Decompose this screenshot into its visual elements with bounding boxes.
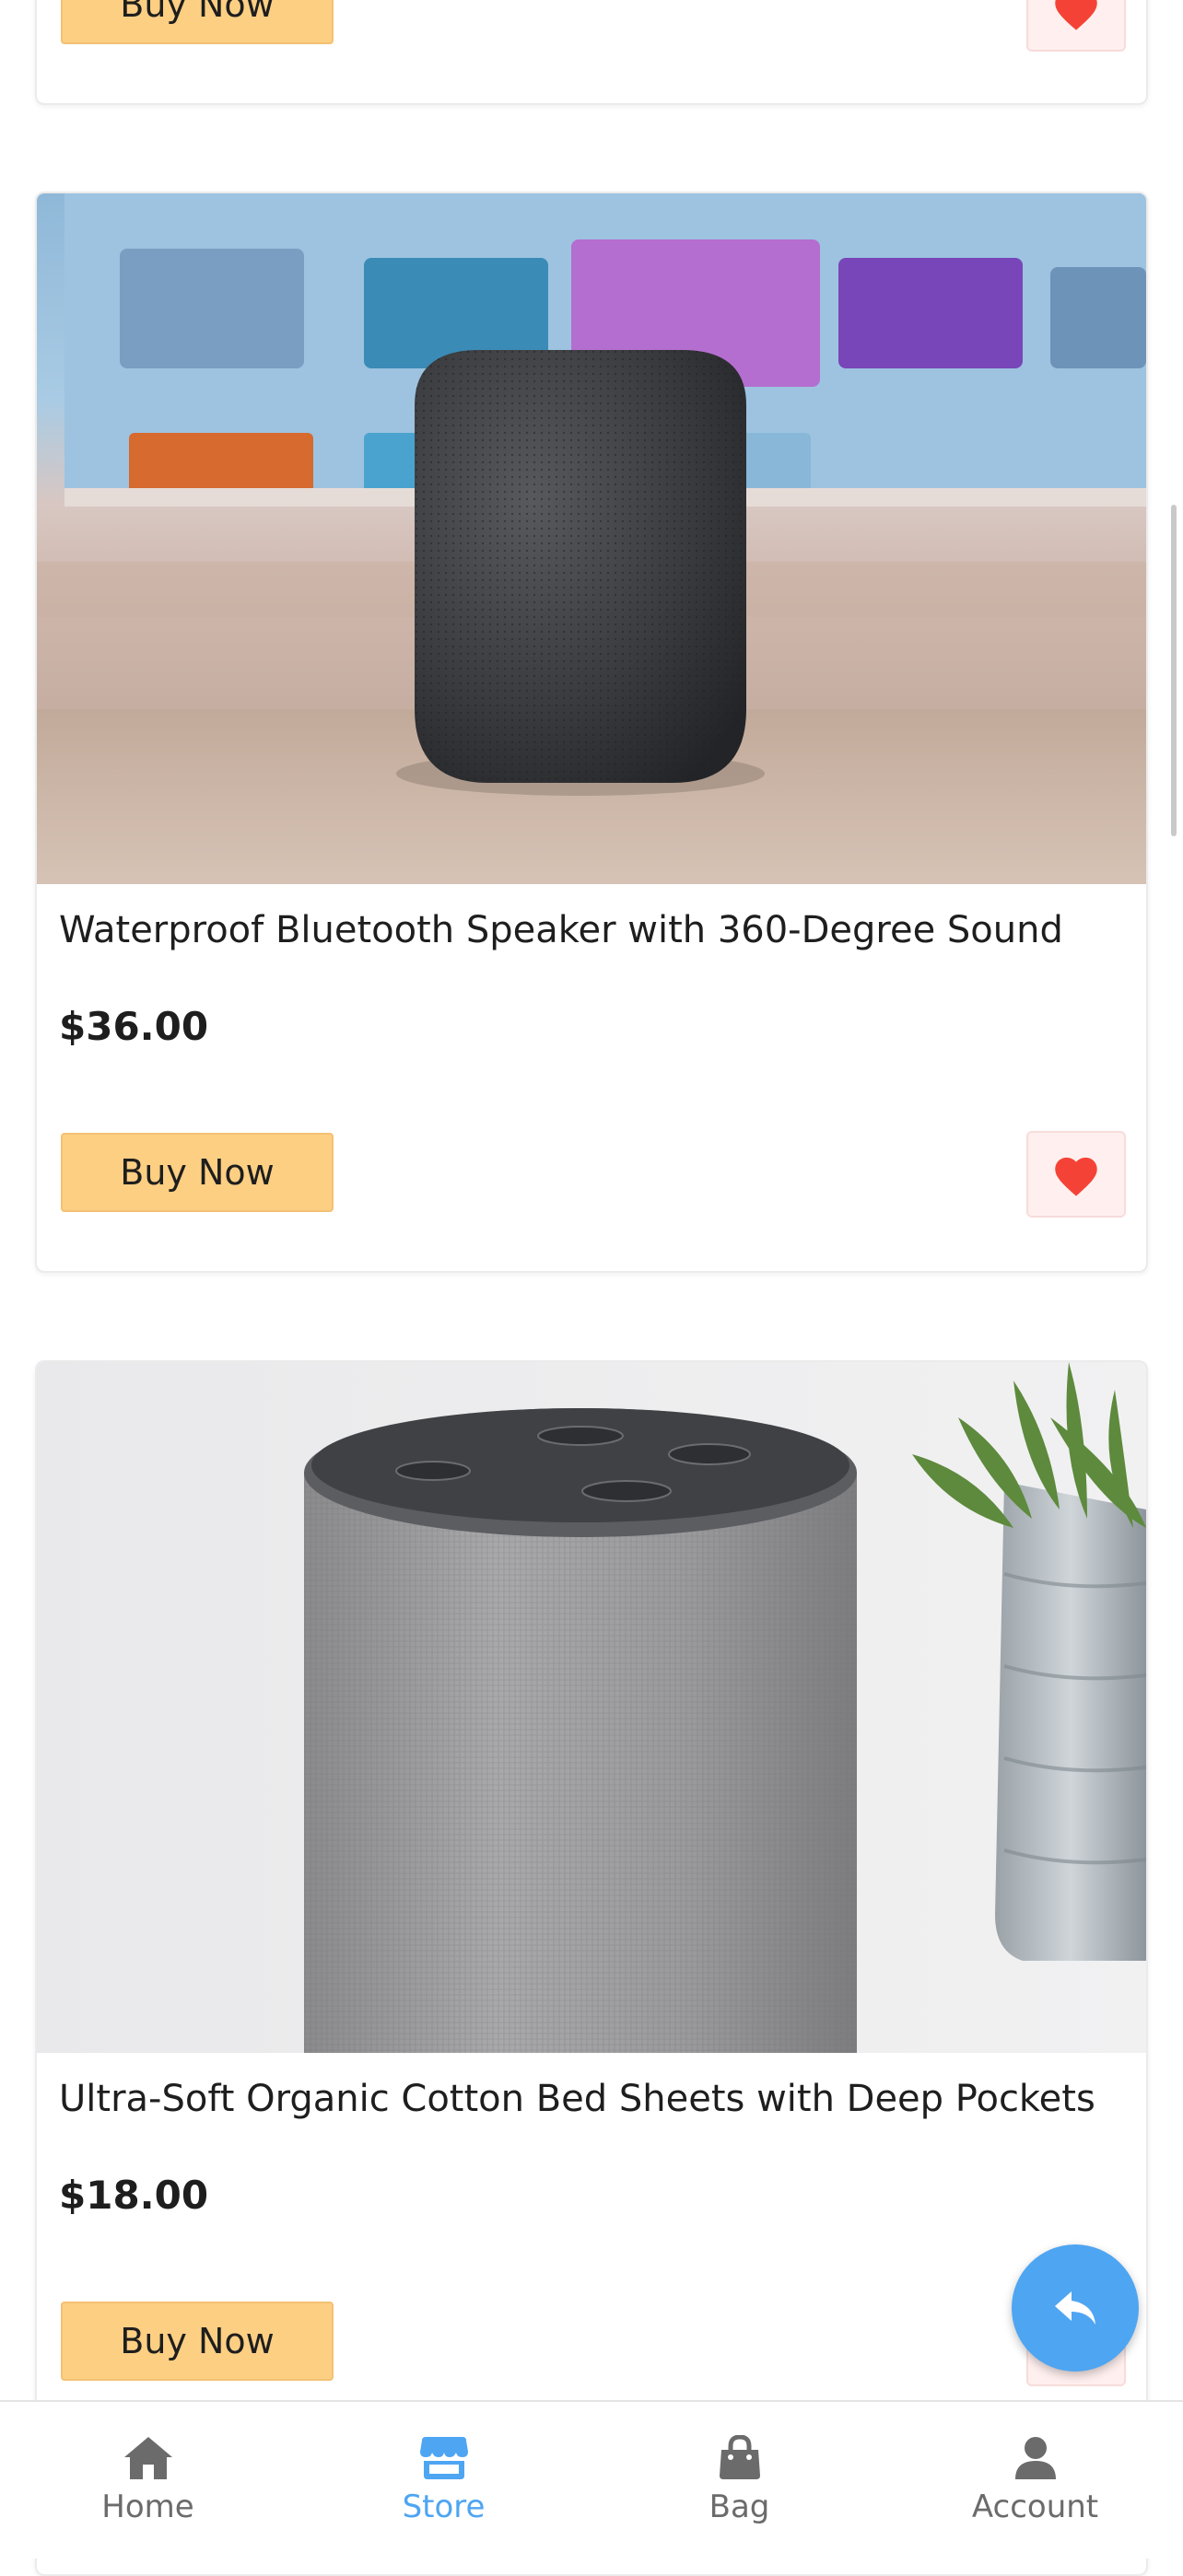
tab-label: Account xyxy=(971,2489,1099,2525)
product-price: $36.00 xyxy=(59,1004,209,1049)
favorite-button[interactable] xyxy=(1026,1131,1126,1218)
bag-icon xyxy=(719,2435,760,2479)
product-title[interactable]: Ultra-Soft Organic Cotton Bed Sheets wit… xyxy=(59,2077,1100,2121)
heart-icon xyxy=(1055,0,1097,30)
product-title[interactable]: Waterproof Bluetooth Speaker with 360-De… xyxy=(59,908,1100,952)
reply-arrow-icon xyxy=(1055,2291,1095,2325)
scrollbar[interactable] xyxy=(1171,505,1177,836)
home-icon xyxy=(123,2437,172,2479)
tab-home[interactable]: Home xyxy=(0,2402,296,2559)
favorite-button[interactable] xyxy=(1026,0,1126,52)
account-icon xyxy=(1014,2437,1056,2479)
heart-icon xyxy=(1055,1157,1097,1196)
product-image[interactable] xyxy=(37,1362,1146,2053)
buy-now-button[interactable]: Buy Now xyxy=(61,2302,334,2381)
tab-label: Bag xyxy=(709,2489,770,2525)
tab-store[interactable]: Store xyxy=(296,2402,592,2559)
buy-now-button[interactable]: Buy Now xyxy=(61,1133,334,1212)
tab-bag[interactable]: Bag xyxy=(592,2402,887,2559)
product-card: Waterproof Bluetooth Speaker with 360-De… xyxy=(35,192,1148,1273)
bottom-tab-bar: Home Store Bag Account xyxy=(0,2400,1183,2559)
product-price: $18.00 xyxy=(59,2173,209,2218)
buy-now-button[interactable]: Buy Now xyxy=(61,0,334,44)
product-card: Ultra-Soft Organic Cotton Bed Sheets wit… xyxy=(35,1360,1148,2576)
product-card: Buy Now xyxy=(35,0,1148,105)
tab-account[interactable]: Account xyxy=(887,2402,1183,2559)
store-icon xyxy=(419,2437,468,2479)
tab-label: Store xyxy=(402,2489,486,2525)
tab-label: Home xyxy=(101,2489,194,2525)
back-fab-button[interactable] xyxy=(1012,2244,1139,2372)
product-image[interactable] xyxy=(37,193,1146,884)
